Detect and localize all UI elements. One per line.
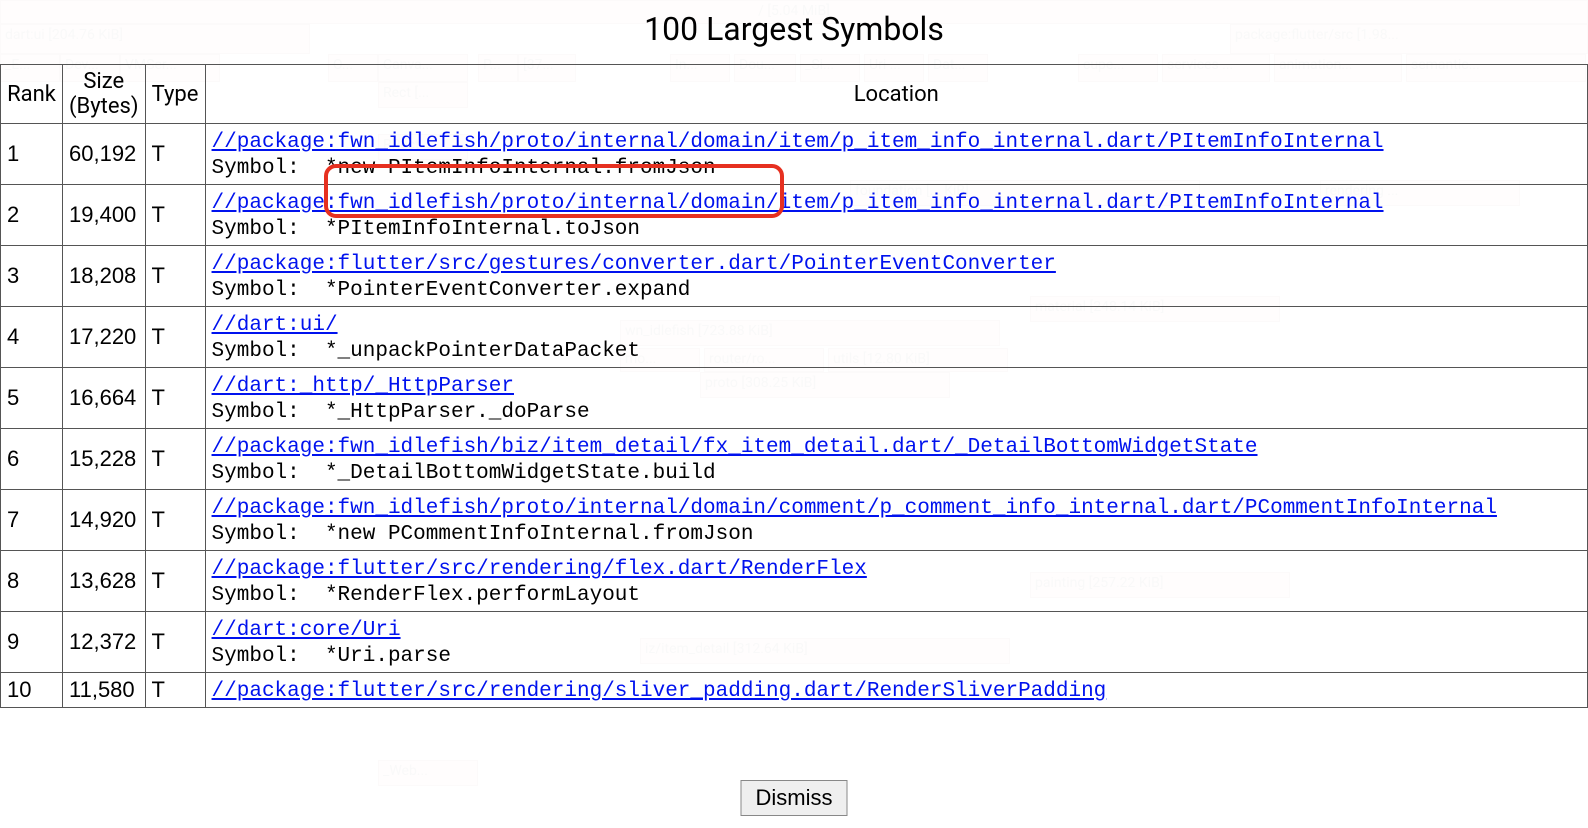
size-cell: 14,920	[63, 490, 146, 551]
rank-cell: 5	[1, 368, 63, 429]
table-row: 417,220T//dart:ui/Symbol: *_unpackPointe…	[1, 307, 1588, 368]
rank-cell: 8	[1, 551, 63, 612]
size-cell: 13,628	[63, 551, 146, 612]
location-link[interactable]: //package:fwn_idlefish/biz/item_detail/f…	[212, 436, 1258, 459]
rank-cell: 3	[1, 246, 63, 307]
size-cell: 18,208	[63, 246, 146, 307]
table-row: 318,208T //package:flutter/src/gestures/c…	[1, 246, 1588, 307]
symbol-text: Symbol: *PItemInfoInternal.toJson	[212, 218, 640, 241]
table-row: 219,400T //package:fwn_idlefish/proto/int…	[1, 185, 1588, 246]
location-cell: //package:flutter/src/gestures/converter…	[205, 246, 1587, 307]
location-link[interactable]: //dart:ui/	[212, 314, 338, 337]
type-cell: T	[145, 612, 205, 673]
rank-cell: 7	[1, 490, 63, 551]
location-link[interactable]: //package:flutter/src/rendering/flex.dar…	[212, 558, 867, 581]
symbols-table: Rank Size (Bytes) Type Location 160,192T…	[0, 64, 1588, 708]
table-row: 813,628T //package:flutter/src/rendering/…	[1, 551, 1588, 612]
table-row: 1011,580T //package:flutter/src/rendering…	[1, 673, 1588, 708]
table-row: 516,664T //dart:_http/_HttpParser Symbol: …	[1, 368, 1588, 429]
type-cell: T	[145, 124, 205, 185]
col-size: Size (Bytes)	[63, 65, 146, 124]
location-link[interactable]: //package:fwn_idlefish/proto/internal/do…	[212, 192, 1384, 215]
col-rank: Rank	[1, 65, 63, 124]
col-type: Type	[145, 65, 205, 124]
type-cell: T	[145, 307, 205, 368]
type-cell: T	[145, 551, 205, 612]
symbol-text: Symbol: *_DetailBottomWidgetState.build	[212, 462, 716, 485]
location-link[interactable]: //dart:core/Uri	[212, 619, 401, 642]
rank-cell: 1	[1, 124, 63, 185]
size-cell: 15,228	[63, 429, 146, 490]
size-cell: 17,220	[63, 307, 146, 368]
symbol-text: Symbol: *PointerEventConverter.expand	[212, 279, 691, 302]
type-cell: T	[145, 368, 205, 429]
size-cell: 16,664	[63, 368, 146, 429]
rank-cell: 2	[1, 185, 63, 246]
table-row: 615,228T //package:fwn_idlefish/biz/item_…	[1, 429, 1588, 490]
size-cell: 11,580	[63, 673, 146, 708]
table-row: 912,372T //dart:core/Uri Symbol: *Uri.pars…	[1, 612, 1588, 673]
table-header-row: Rank Size (Bytes) Type Location	[1, 65, 1588, 124]
type-cell: T	[145, 490, 205, 551]
symbol-text: Symbol: *RenderFlex.performLayout	[212, 584, 640, 607]
location-cell: //package:flutter/src/rendering/flex.dar…	[205, 551, 1587, 612]
symbol-text: Symbol: *new PItemInfoInternal.fromJson	[212, 157, 716, 180]
dismiss-container: Dismiss	[741, 780, 848, 816]
symbols-overlay: 100 Largest Symbols Rank Size (Bytes) Ty…	[0, 0, 1588, 828]
location-cell: //package:fwn_idlefish/biz/item_detail/f…	[205, 429, 1587, 490]
location-cell: //dart:ui/Symbol: *_unpackPointerDataPac…	[205, 307, 1587, 368]
rank-cell: 4	[1, 307, 63, 368]
location-cell: //dart:_http/_HttpParser Symbol: *_HttpPa…	[205, 368, 1587, 429]
location-cell: //dart:core/Uri Symbol: *Uri.parse	[205, 612, 1587, 673]
type-cell: T	[145, 246, 205, 307]
page-title: 100 Largest Symbols	[0, 0, 1588, 64]
symbol-text: Symbol: *_HttpParser._doParse	[212, 401, 590, 424]
location-cell: //package:fwn_idlefish/proto/internal/do…	[205, 490, 1587, 551]
location-cell: //package:fwn_idlefish/proto/internal/do…	[205, 124, 1587, 185]
location-link[interactable]: //package:fwn_idlefish/proto/internal/do…	[212, 497, 1497, 520]
size-cell: 19,400	[63, 185, 146, 246]
rank-cell: 6	[1, 429, 63, 490]
location-cell: //package:flutter/src/rendering/sliver_p…	[205, 673, 1587, 708]
symbol-text: Symbol: *_unpackPointerDataPacket	[212, 340, 640, 363]
type-cell: T	[145, 673, 205, 708]
location-link[interactable]: //dart:_http/_HttpParser	[212, 375, 514, 398]
type-cell: T	[145, 185, 205, 246]
size-cell: 60,192	[63, 124, 146, 185]
location-cell: //package:fwn_idlefish/proto/internal/do…	[205, 185, 1587, 246]
location-link[interactable]: //package:flutter/src/gestures/converter…	[212, 253, 1056, 276]
table-row: 160,192T //package:fwn_idlefish/proto/int…	[1, 124, 1588, 185]
location-link[interactable]: //package:fwn_idlefish/proto/internal/do…	[212, 131, 1384, 154]
rank-cell: 9	[1, 612, 63, 673]
col-location: Location	[205, 65, 1587, 124]
table-row: 714,920T //package:fwn_idlefish/proto/int…	[1, 490, 1588, 551]
size-cell: 12,372	[63, 612, 146, 673]
symbol-text: Symbol: *Uri.parse	[212, 645, 451, 668]
symbol-text: Symbol: *new PCommentInfoInternal.fromJs…	[212, 523, 754, 546]
dismiss-button[interactable]: Dismiss	[741, 780, 848, 816]
type-cell: T	[145, 429, 205, 490]
location-link[interactable]: //package:flutter/src/rendering/sliver_p…	[212, 680, 1107, 703]
rank-cell: 10	[1, 673, 63, 708]
